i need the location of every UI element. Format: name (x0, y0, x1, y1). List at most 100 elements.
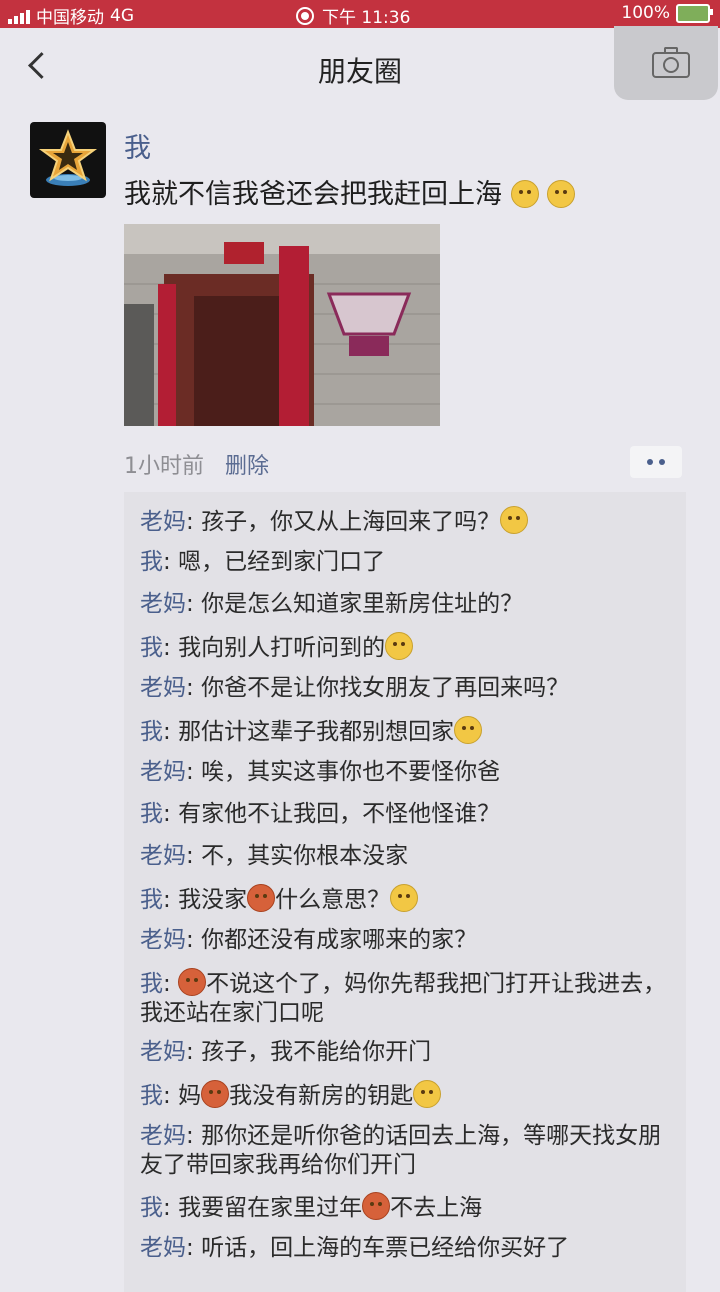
comment-separator: : (163, 1195, 179, 1221)
page-title: 朋友圈 (317, 55, 402, 88)
comment-separator: : (186, 1123, 202, 1149)
status-time: 下午 11:36 (322, 8, 411, 28)
comment-item[interactable]: 我: 不说这个了，妈你先帮我把门打开让我进去，我还站在家门口呢 (140, 968, 680, 1028)
comment-separator: : (163, 719, 179, 745)
signal-icon (8, 8, 30, 24)
emoji-icon (385, 632, 414, 660)
nav-bar: 朋友圈 (0, 26, 720, 106)
camera-button[interactable] (614, 26, 718, 100)
comment-author[interactable]: 老妈 (140, 1235, 186, 1261)
comment-item[interactable]: 老妈: 听话，回上海的车票已经给你买好了 (140, 1234, 680, 1263)
comment-separator: : (163, 549, 179, 575)
emoji-icon (413, 1080, 442, 1108)
comment-item[interactable]: 我: 我没家 什么意思？ (140, 884, 680, 915)
battery-percent: 100% (621, 3, 670, 23)
comment-text: 孩子，我不能给你开门 (201, 1039, 432, 1065)
recording-icon (296, 6, 314, 25)
comment-author[interactable]: 老妈 (140, 759, 186, 785)
post-photo[interactable] (124, 224, 440, 426)
comment-separator: : (163, 887, 179, 913)
comment-item[interactable]: 老妈: 你都还没有成家哪来的家？ (140, 926, 680, 955)
emoji-icon (454, 716, 483, 744)
comment-item[interactable]: 老妈: 那你还是听你爸的话回去上海，等哪天找女朋友了带回家我再给你们开门 (140, 1122, 680, 1180)
comment-text: 妈 (178, 1083, 202, 1109)
status-right: 100% (621, 3, 713, 23)
comment-item[interactable]: 老妈: 你是怎么知道家里新房住址的？ (140, 590, 680, 619)
comment-author[interactable]: 我 (140, 971, 163, 997)
post-text-content: 我就不信我爸还会把我赶回上海 (124, 179, 502, 210)
comment-text: 我要留在家里过年 (178, 1195, 363, 1221)
comment-separator: : (163, 1083, 179, 1109)
comment-separator: : (186, 675, 202, 701)
comments-box: 老妈: 孩子，你又从上海回来了吗？ 我: 嗯，已经到家门口了 老妈: 你是怎么知道家… (124, 492, 686, 1292)
post-text: 我就不信我爸还会把我赶回上海 (124, 172, 576, 211)
star-trophy-icon (38, 129, 98, 186)
comment-separator: : (186, 1235, 202, 1261)
comment-text: 你是怎么知道家里新房住址的？ (201, 591, 524, 617)
comment-separator: : (186, 759, 202, 785)
comment-separator: : (186, 509, 202, 535)
comment-item[interactable]: 老妈: 孩子，我不能给你开门 (140, 1038, 680, 1067)
comment-text: 那估计这辈子我都别想回家 (178, 719, 455, 745)
network-type: 4G (110, 5, 134, 26)
comment-author[interactable]: 我 (140, 887, 163, 913)
comment-item[interactable]: 我: 有家他不让我回，不怪他怪谁？ (140, 800, 680, 829)
comment-text: 你爸不是让你找女朋友了再回来吗？ (201, 675, 570, 701)
comment-separator: : (186, 591, 202, 617)
carrier-name: 中国移动 (36, 8, 104, 28)
comment-text: 孩子，你又从上海回来了吗？ (201, 509, 501, 535)
comment-item[interactable]: 我: 那估计这辈子我都别想回家 (140, 716, 680, 747)
emoji-icon (247, 884, 276, 912)
comment-author[interactable]: 老妈 (140, 843, 186, 869)
delete-link[interactable]: 删除 (225, 454, 269, 479)
comment-text: 你都还没有成家哪来的家？ (201, 927, 478, 953)
comment-text: 什么意思？ (275, 887, 391, 913)
comment-author[interactable]: 老妈 (140, 927, 186, 953)
comment-item[interactable]: 我: 我向别人打听问到的 (140, 632, 680, 663)
comment-item[interactable]: 老妈: 你爸不是让你找女朋友了再回来吗？ (140, 674, 680, 703)
camera-icon (652, 47, 690, 78)
laugh-cry-emoji-icon (547, 180, 576, 208)
comment-text: 不去上海 (390, 1195, 483, 1221)
comment-author[interactable]: 我 (140, 719, 163, 745)
avatar[interactable] (30, 122, 106, 198)
post-meta: 1小时前 删除 (124, 448, 269, 480)
comment-item[interactable]: 我: 嗯，已经到家门口了 (140, 548, 680, 577)
comment-text: 那你还是听你爸的话回去上海，等哪天找女朋友了带回家我再给你们开门 (140, 1123, 662, 1178)
comment-author[interactable]: 老妈 (140, 1123, 186, 1149)
status-left: 中国移动 4G (8, 3, 134, 28)
emoji-icon (390, 884, 419, 912)
comment-author[interactable]: 我 (140, 549, 163, 575)
comment-author[interactable]: 老妈 (140, 1039, 186, 1065)
comment-separator: : (163, 801, 179, 827)
comment-text: 不说这个了，妈你先帮我把门打开让我进去，我还站在家门口呢 (140, 971, 667, 1026)
battery-icon (676, 3, 713, 23)
comment-separator: : (186, 927, 202, 953)
comment-text: 唉，其实这事你也不要怪你爸 (201, 759, 501, 785)
emoji-icon (362, 1192, 391, 1220)
emoji-icon (201, 1080, 230, 1108)
comment-item[interactable]: 我: 我要留在家里过年 不去上海 (140, 1192, 680, 1223)
comment-author[interactable]: 我 (140, 801, 163, 827)
comment-text: 我没家 (178, 887, 248, 913)
comment-author[interactable]: 老妈 (140, 509, 186, 535)
comment-text: 听话，回上海的车票已经给你买好了 (201, 1235, 570, 1261)
comment-author[interactable]: 我 (140, 1083, 163, 1109)
comment-text: 有家他不让我回，不怪他怪谁？ (178, 801, 501, 827)
comment-author[interactable]: 老妈 (140, 591, 186, 617)
comment-author[interactable]: 我 (140, 635, 163, 661)
emoji-icon (500, 506, 529, 534)
comment-item[interactable]: 我: 妈 我没有新房的钥匙 (140, 1080, 680, 1111)
comment-separator: : (186, 1039, 202, 1065)
comment-author[interactable]: 老妈 (140, 675, 186, 701)
comment-item[interactable]: 老妈: 唉，其实这事你也不要怪你爸 (140, 758, 680, 787)
comment-item[interactable]: 老妈: 不，其实你根本没家 (140, 842, 680, 871)
ellipsis-icon[interactable] (630, 446, 682, 478)
post-username[interactable]: 我 (124, 126, 151, 165)
comment-text: 我没有新房的钥匙 (229, 1083, 414, 1109)
comment-item[interactable]: 老妈: 孩子，你又从上海回来了吗？ (140, 506, 680, 537)
comment-author[interactable]: 我 (140, 1195, 163, 1221)
comment-text: 嗯，已经到家门口了 (178, 549, 386, 575)
post-time: 1小时前 (124, 454, 204, 479)
house-door-photo (124, 224, 440, 426)
